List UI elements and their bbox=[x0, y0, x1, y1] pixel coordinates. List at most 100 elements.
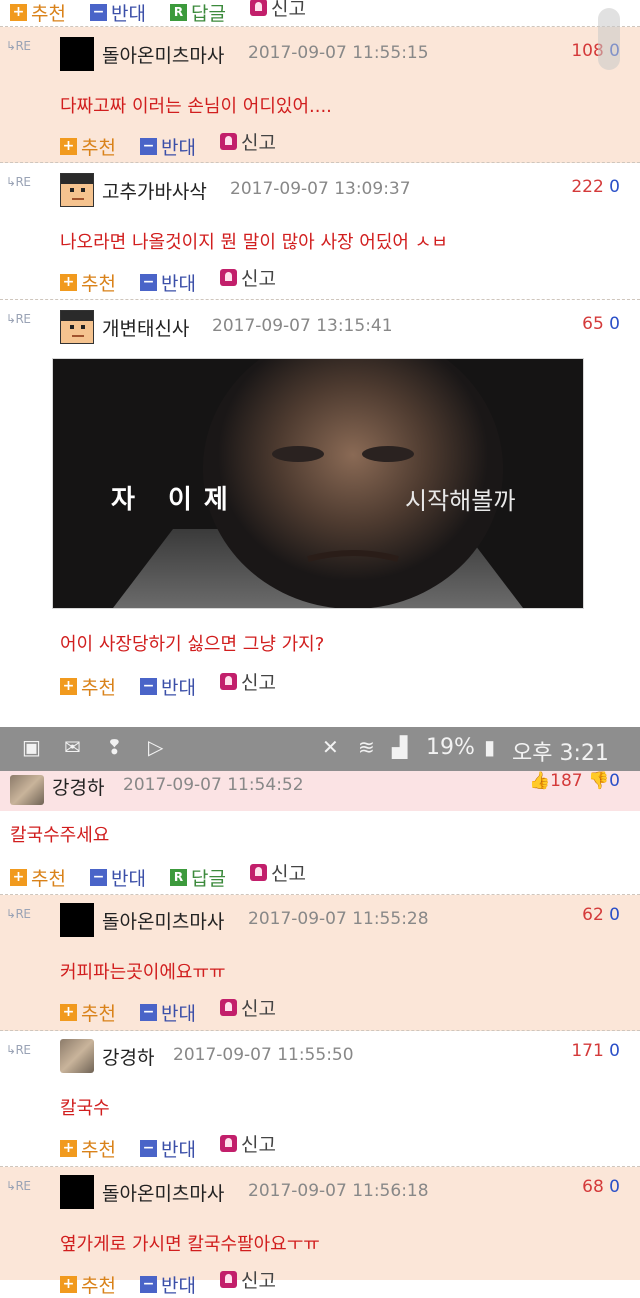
plus-icon: + bbox=[60, 274, 77, 291]
reply-icon: R bbox=[170, 869, 188, 886]
plus-icon: + bbox=[60, 138, 77, 155]
minus-icon: − bbox=[140, 1276, 158, 1293]
top-partial-actions: + 추천 − 반대 R 답글 신고 bbox=[0, 0, 640, 27]
minus-icon: − bbox=[140, 274, 158, 291]
notification-icon: ❢ bbox=[106, 735, 123, 759]
comment-score: 👍187 👎0 bbox=[528, 771, 620, 791]
thumbs-down-icon[interactable]: 👎 bbox=[588, 771, 609, 791]
oppose-button[interactable]: − 반대 bbox=[140, 999, 196, 1026]
comment-author[interactable]: 돌아온미츠마사 bbox=[102, 907, 224, 934]
comment-item: ↳RE 고추가바사삭 2017-09-07 13:09:37 222 0 나오라… bbox=[0, 163, 640, 300]
subtitle-left: 자 이제 bbox=[111, 485, 240, 515]
play-store-icon: ▷ bbox=[148, 735, 164, 759]
recommend-button[interactable]: + 추천 bbox=[10, 0, 66, 26]
action-row: + 추천 − 반대 신고 bbox=[60, 1266, 294, 1297]
avatar bbox=[60, 903, 94, 937]
action-row: + 추천 − 반대 신고 bbox=[60, 994, 294, 1025]
action-row: + 추천 − 반대 신고 bbox=[60, 128, 294, 159]
scrollbar-thumb[interactable] bbox=[598, 8, 620, 70]
report-icon bbox=[250, 0, 268, 16]
comment-item: ↳RE 강경하 2017-09-07 11:55:50 171 0 칼국수 + 추… bbox=[0, 1031, 640, 1167]
recommend-button[interactable]: + 추천 bbox=[60, 999, 116, 1026]
comment-item: ↳RE 돌아온미츠마사 2017-09-07 11:55:15 108 0 다짜… bbox=[0, 27, 640, 163]
recommend-button[interactable]: + 추천 bbox=[60, 673, 116, 700]
minus-icon: − bbox=[90, 869, 108, 886]
minus-icon: − bbox=[90, 4, 108, 21]
avatar bbox=[60, 37, 94, 71]
report-icon bbox=[220, 269, 238, 286]
reply-arrow-icon: ↳RE bbox=[6, 907, 31, 921]
oppose-button[interactable]: − 반대 bbox=[140, 133, 196, 160]
comment-text: 칼국수주세요 bbox=[10, 825, 110, 846]
oppose-button[interactable]: − 반대 bbox=[140, 1135, 196, 1162]
report-icon bbox=[220, 999, 238, 1016]
signal-icon: ▟ bbox=[392, 735, 408, 759]
plus-icon: + bbox=[60, 1276, 77, 1293]
plus-icon: + bbox=[60, 678, 77, 695]
comment-author[interactable]: 돌아온미츠마사 bbox=[102, 41, 224, 68]
subtitle-right: 시작해볼까 bbox=[405, 487, 516, 515]
parent-comment-body: 칼국수주세요 + 추천 − 반대 R 답글 신고 bbox=[0, 811, 640, 895]
report-button[interactable]: 신고 bbox=[220, 994, 276, 1021]
comment-item: ↳RE 돌아온미츠마사 2017-09-07 11:56:18 68 0 옆가게… bbox=[0, 1167, 640, 1297]
comment-author[interactable]: 강경하 bbox=[102, 1043, 154, 1070]
comment-text: 칼국수 bbox=[60, 1098, 110, 1119]
recommend-button[interactable]: + 추천 bbox=[60, 269, 116, 296]
report-button[interactable]: 신고 bbox=[250, 859, 306, 886]
action-row: + 추천 − 반대 신고 bbox=[60, 668, 294, 699]
comment-score: 62 0 bbox=[582, 905, 620, 925]
action-row: + 추천 − 반대 신고 bbox=[60, 264, 294, 295]
minus-icon: − bbox=[140, 1004, 158, 1021]
comment-date: 2017-09-07 11:54:52 bbox=[123, 775, 304, 795]
reply-arrow-icon: ↳RE bbox=[6, 39, 31, 53]
recommend-button[interactable]: + 추천 bbox=[60, 133, 116, 160]
report-button[interactable]: 신고 bbox=[220, 1130, 276, 1157]
avatar bbox=[10, 775, 44, 805]
avatar bbox=[60, 173, 94, 207]
comment-author[interactable]: 돌아온미츠마사 bbox=[102, 1179, 224, 1206]
wifi-icon: ≋ bbox=[358, 735, 375, 759]
recommend-button[interactable]: + 추천 bbox=[10, 864, 66, 891]
avatar bbox=[60, 310, 94, 344]
reply-arrow-icon: ↳RE bbox=[6, 1179, 31, 1193]
comment-score: 222 0 bbox=[571, 177, 620, 197]
recommend-button[interactable]: + 추천 bbox=[60, 1135, 116, 1162]
report-button[interactable]: 신고 bbox=[220, 128, 276, 155]
recommend-button[interactable]: + 추천 bbox=[60, 1271, 116, 1298]
plus-icon: + bbox=[10, 869, 27, 886]
battery-icon: ▮ bbox=[484, 735, 496, 759]
oppose-button[interactable]: − 반대 bbox=[140, 673, 196, 700]
comment-text: 옆가게로 가시면 칼국수팔아요ㅜㅠ bbox=[60, 1234, 320, 1255]
battery-percent: 19% bbox=[426, 735, 475, 760]
comment-author[interactable]: 개변태신사 bbox=[102, 314, 189, 341]
comment-date: 2017-09-07 13:09:37 bbox=[230, 179, 411, 199]
avatar bbox=[60, 1039, 94, 1073]
comment-author[interactable]: 강경하 bbox=[52, 773, 104, 800]
oppose-button[interactable]: − 반대 bbox=[90, 864, 146, 891]
oppose-button[interactable]: − 반대 bbox=[90, 0, 146, 26]
plus-icon: + bbox=[60, 1140, 77, 1157]
oppose-button[interactable]: − 반대 bbox=[140, 269, 196, 296]
report-button[interactable]: 신고 bbox=[250, 0, 306, 21]
thumbs-up-icon[interactable]: 👍 bbox=[529, 771, 550, 791]
reply-arrow-icon: ↳RE bbox=[6, 1043, 31, 1057]
comment-date: 2017-09-07 11:55:50 bbox=[173, 1045, 354, 1065]
comment-author[interactable]: 고추가바사삭 bbox=[102, 177, 207, 204]
movie-still-image[interactable]: 자 이제 시작해볼까 bbox=[52, 358, 584, 609]
report-icon bbox=[220, 133, 238, 150]
report-button[interactable]: 신고 bbox=[220, 264, 276, 291]
report-icon bbox=[250, 864, 268, 881]
plus-icon: + bbox=[60, 1004, 77, 1021]
minus-icon: − bbox=[140, 678, 158, 695]
avatar bbox=[60, 1175, 94, 1209]
reply-button[interactable]: R 답글 bbox=[170, 0, 226, 26]
mute-icon: ✕ bbox=[322, 735, 339, 759]
gallery-icon: ▣ bbox=[22, 735, 41, 759]
reply-button[interactable]: R 답글 bbox=[170, 864, 226, 891]
oppose-button[interactable]: − 반대 bbox=[140, 1271, 196, 1298]
minus-icon: − bbox=[140, 1140, 158, 1157]
reply-arrow-icon: ↳RE bbox=[6, 312, 31, 326]
comment-date: 2017-09-07 11:56:18 bbox=[248, 1181, 429, 1201]
report-button[interactable]: 신고 bbox=[220, 668, 276, 695]
reply-icon: R bbox=[170, 4, 188, 21]
